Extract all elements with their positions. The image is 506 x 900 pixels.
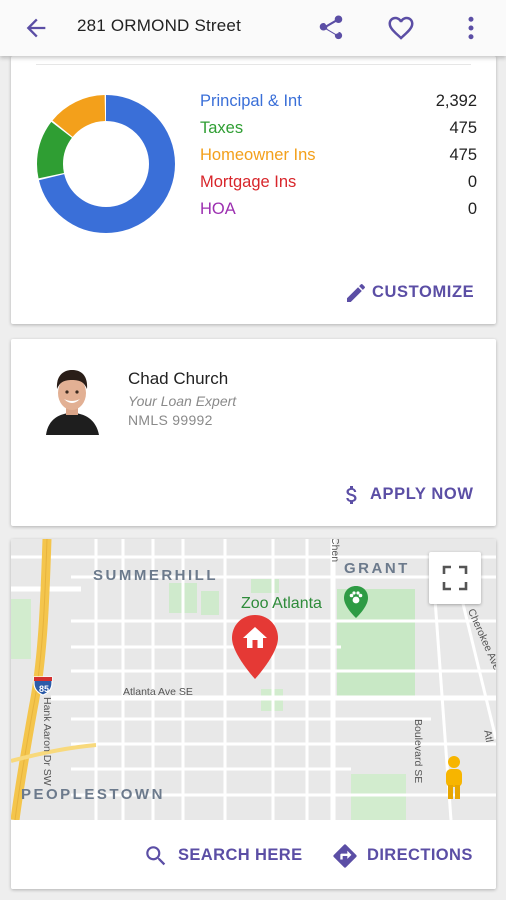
street-label-atlanta-ave: Atlanta Ave SE (123, 686, 193, 698)
zoo-marker-icon[interactable] (343, 586, 369, 618)
legend-row-hoa: HOA 0 (200, 200, 477, 227)
legend-value: 2,392 (435, 92, 477, 110)
agent-name: Chad Church (128, 369, 229, 388)
legend-value: 475 (449, 119, 477, 137)
directions-button[interactable]: DIRECTIONS (331, 842, 481, 870)
dollar-icon (346, 486, 357, 504)
poi-zoo-atlanta[interactable]: Zoo Atlanta (241, 595, 322, 613)
divider (36, 64, 471, 65)
payment-donut-chart (37, 95, 175, 233)
agent-nmls: NMLS 99992 (128, 412, 213, 428)
search-here-label: SEARCH HERE (178, 846, 303, 864)
street-label-chen: Chen (329, 539, 341, 563)
apply-now-label: APPLY NOW (370, 485, 474, 503)
legend-label: Taxes (200, 119, 244, 137)
directions-label: DIRECTIONS (367, 846, 473, 864)
share-icon[interactable] (316, 13, 346, 43)
legend-row-principal: Principal & Int 2,392 (200, 92, 477, 119)
property-pin-icon[interactable] (231, 615, 279, 679)
legend-label: HOA (200, 200, 236, 218)
map-card: 85 SUMMERHILL GRANT PEOPLESTOWN Zoo Atla… (11, 539, 496, 889)
directions-icon (333, 844, 357, 868)
customize-button[interactable]: CUSTOMIZE (344, 279, 478, 307)
page-title: 281 ORMOND Street (77, 16, 242, 35)
legend-label: Homeowner Ins (200, 146, 316, 164)
payment-breakdown-card: Principal & Int 2,392 Taxes 475 Homeowne… (11, 56, 496, 324)
apply-now-button[interactable]: APPLY NOW (340, 481, 478, 509)
payment-legend: Principal & Int 2,392 Taxes 475 Homeowne… (200, 92, 477, 227)
search-here-button[interactable]: SEARCH HERE (143, 842, 308, 870)
pencil-icon (347, 283, 365, 302)
heart-outline-icon[interactable] (386, 13, 416, 43)
legend-value: 0 (467, 173, 477, 191)
legend-row-homeowner-ins: Homeowner Ins 475 (200, 146, 477, 173)
arrow-back-icon[interactable] (22, 14, 50, 42)
search-icon (146, 846, 166, 866)
legend-value: 0 (467, 200, 477, 218)
loan-expert-card: Chad Church Your Loan Expert NMLS 99992 … (11, 339, 496, 526)
more-vert-icon[interactable] (456, 13, 486, 43)
highway-shield-label: 85 (39, 684, 50, 694)
area-label-grant: GRANT (344, 560, 410, 577)
map-view[interactable]: 85 SUMMERHILL GRANT PEOPLESTOWN Zoo Atla… (11, 539, 496, 820)
avatar (42, 361, 102, 435)
fullscreen-icon (442, 565, 468, 591)
legend-row-taxes: Taxes 475 (200, 119, 477, 146)
customize-label: CUSTOMIZE (372, 283, 475, 301)
agent-role: Your Loan Expert (128, 393, 237, 409)
map-actions: SEARCH HERE DIRECTIONS (11, 820, 496, 889)
legend-value: 475 (449, 146, 477, 164)
legend-label: Mortgage Ins (200, 173, 297, 191)
fullscreen-button[interactable] (429, 552, 481, 604)
app-bar: 281 ORMOND Street (0, 0, 506, 56)
street-view-pegman-icon[interactable] (437, 753, 471, 803)
legend-row-mortgage-ins: Mortgage Ins 0 (200, 173, 477, 200)
street-label-atl: Atl (481, 729, 496, 744)
area-label-summerhill: SUMMERHILL (93, 567, 218, 584)
legend-label: Principal & Int (200, 92, 302, 110)
